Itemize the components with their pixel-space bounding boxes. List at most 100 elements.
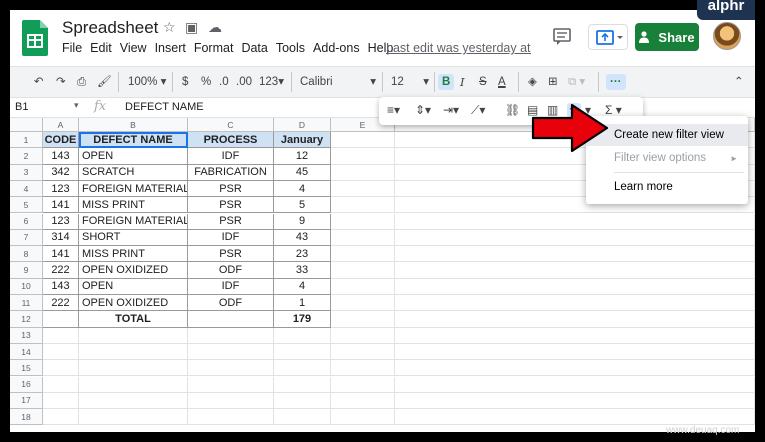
total-value-cell[interactable]: 179 bbox=[274, 311, 331, 328]
cell[interactable] bbox=[79, 409, 188, 426]
data-cell[interactable]: 5 bbox=[274, 197, 331, 214]
empty-cell-area[interactable] bbox=[395, 343, 755, 361]
cell[interactable] bbox=[331, 180, 395, 198]
data-cell[interactable]: 9 bbox=[274, 213, 331, 230]
cell[interactable] bbox=[274, 327, 331, 344]
data-cell[interactable]: 33 bbox=[274, 262, 331, 279]
cell[interactable] bbox=[331, 246, 395, 263]
document-title[interactable]: Spreadsheet bbox=[62, 18, 158, 38]
row-header-1[interactable]: 1 bbox=[10, 132, 43, 149]
horizontal-align-icon[interactable]: ≡▾ bbox=[387, 103, 400, 117]
data-cell[interactable]: ODF bbox=[188, 262, 274, 279]
data-cell[interactable]: 123 bbox=[43, 213, 79, 230]
row-header-10[interactable]: 10 bbox=[10, 278, 43, 295]
more-tools-button[interactable]: ··· bbox=[606, 74, 626, 90]
font-size-select[interactable]: 12 ▾ bbox=[391, 74, 429, 90]
increase-decimal-button[interactable]: .00 bbox=[236, 74, 252, 90]
data-cell[interactable]: FOREIGN MATERIAL bbox=[79, 213, 188, 230]
fill-color-icon[interactable]: ◈ bbox=[528, 74, 537, 90]
row-header-11[interactable]: 11 bbox=[10, 295, 43, 312]
cell[interactable] bbox=[43, 409, 79, 426]
data-cell[interactable]: 141 bbox=[43, 197, 79, 214]
cell[interactable] bbox=[188, 311, 274, 328]
data-cell[interactable]: 4 bbox=[274, 180, 331, 198]
insert-link-icon[interactable]: ⛓ bbox=[505, 103, 520, 117]
data-cell[interactable]: OPEN OXIDIZED bbox=[79, 262, 188, 279]
empty-cell-area[interactable] bbox=[395, 327, 755, 344]
cell[interactable] bbox=[274, 392, 331, 410]
row-header-14[interactable]: 14 bbox=[10, 343, 43, 361]
data-cell[interactable]: PSR bbox=[188, 213, 274, 230]
cell[interactable] bbox=[43, 311, 79, 328]
data-cell[interactable]: FABRICATION bbox=[188, 164, 274, 181]
menu-view[interactable]: View bbox=[120, 41, 152, 55]
cell[interactable] bbox=[331, 360, 395, 377]
print-icon[interactable]: ⎙ bbox=[77, 74, 86, 90]
row-header-16[interactable]: 16 bbox=[10, 376, 43, 393]
cell[interactable] bbox=[331, 229, 395, 247]
cell[interactable] bbox=[43, 392, 79, 410]
move-folder-icon[interactable]: ▣ bbox=[185, 19, 198, 36]
cell[interactable] bbox=[331, 213, 395, 230]
empty-cell-area[interactable] bbox=[395, 278, 755, 295]
more-formats-button[interactable]: 123▾ bbox=[259, 74, 284, 90]
borders-icon[interactable]: ⊞ bbox=[548, 74, 558, 90]
cell[interactable] bbox=[43, 376, 79, 393]
data-cell[interactable]: 222 bbox=[43, 295, 79, 312]
present-button[interactable] bbox=[588, 24, 628, 50]
currency-format-button[interactable]: $ bbox=[182, 74, 188, 90]
cell[interactable] bbox=[274, 409, 331, 426]
menu-addons[interactable]: Add-ons bbox=[313, 41, 365, 55]
sheets-logo-icon[interactable] bbox=[22, 20, 48, 56]
select-all-corner[interactable] bbox=[10, 118, 43, 132]
cell[interactable] bbox=[43, 327, 79, 344]
zoom-select[interactable]: 100% ▾ bbox=[128, 74, 166, 90]
data-cell[interactable]: 43 bbox=[274, 229, 331, 247]
comment-history-icon[interactable] bbox=[552, 28, 572, 46]
merge-cells-icon[interactable]: ⧉ ▾ bbox=[568, 74, 585, 90]
empty-cell-area[interactable] bbox=[395, 360, 755, 377]
menu-file[interactable]: File bbox=[62, 41, 87, 55]
empty-cell-area[interactable] bbox=[395, 262, 755, 279]
cell[interactable] bbox=[79, 392, 188, 410]
cell[interactable] bbox=[43, 343, 79, 361]
empty-cell-area[interactable] bbox=[395, 213, 755, 230]
empty-cell-area[interactable] bbox=[395, 376, 755, 393]
row-header-8[interactable]: 8 bbox=[10, 246, 43, 263]
percent-format-button[interactable]: % bbox=[201, 74, 211, 90]
empty-cell-area[interactable] bbox=[395, 229, 755, 247]
cell[interactable] bbox=[188, 343, 274, 361]
row-header-5[interactable]: 5 bbox=[10, 197, 43, 214]
column-header-a[interactable]: A bbox=[43, 118, 79, 132]
cell[interactable] bbox=[331, 262, 395, 279]
italic-button[interactable]: I bbox=[460, 74, 465, 90]
cell[interactable] bbox=[331, 132, 395, 149]
formula-input[interactable]: DEFECT NAME bbox=[125, 101, 204, 113]
data-cell[interactable]: 1 bbox=[274, 295, 331, 312]
data-cell[interactable]: SCRATCH bbox=[79, 164, 188, 181]
cell[interactable] bbox=[79, 327, 188, 344]
cell[interactable] bbox=[331, 409, 395, 426]
row-header-17[interactable]: 17 bbox=[10, 392, 43, 410]
data-cell[interactable]: OPEN bbox=[79, 148, 188, 165]
cell[interactable] bbox=[331, 327, 395, 344]
data-cell[interactable]: FOREIGN MATERIAL bbox=[79, 180, 188, 198]
avatar[interactable] bbox=[713, 22, 741, 50]
data-cell[interactable]: SHORT bbox=[79, 229, 188, 247]
paint-format-icon[interactable]: 🖌 bbox=[97, 74, 112, 90]
header-cell[interactable]: January bbox=[274, 132, 331, 149]
data-cell[interactable]: MISS PRINT bbox=[79, 246, 188, 263]
row-header-13[interactable]: 13 bbox=[10, 327, 43, 344]
decrease-decimal-button[interactable]: .0 bbox=[219, 74, 229, 90]
data-cell[interactable]: 4 bbox=[274, 278, 331, 295]
column-header-c[interactable]: C bbox=[188, 118, 274, 132]
cell[interactable] bbox=[274, 360, 331, 377]
cell[interactable] bbox=[331, 311, 395, 328]
data-cell[interactable]: 143 bbox=[43, 278, 79, 295]
row-header-12[interactable]: 12 bbox=[10, 311, 43, 328]
cell[interactable] bbox=[188, 392, 274, 410]
cell[interactable] bbox=[43, 360, 79, 377]
header-cell[interactable]: CODE bbox=[43, 132, 79, 149]
data-cell[interactable]: 123 bbox=[43, 180, 79, 198]
row-header-2[interactable]: 2 bbox=[10, 148, 43, 165]
